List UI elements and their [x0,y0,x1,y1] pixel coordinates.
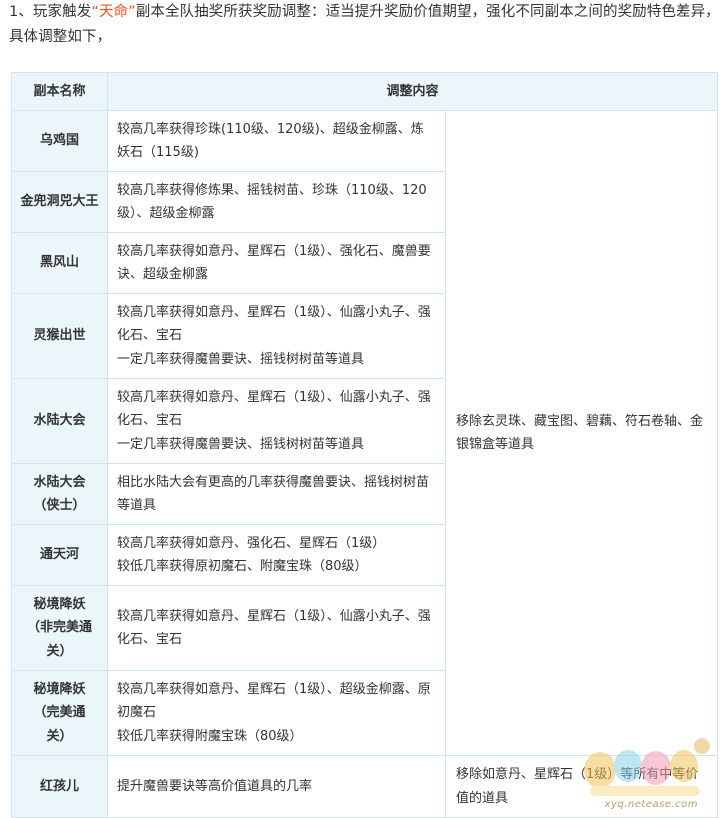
dungeon-name: 通天河 [39,547,79,563]
adjustment-text: 相比水陆大会有更高的几率获得魔兽要诀、摇钱树树苗等道具 [117,474,430,514]
adjustment-content-cell: 较高几率获得如意丹、星辉石（1级）、仙露小丸子、强化石、宝石 一定几率获得魔兽要… [107,293,446,379]
dungeon-name-cell: 通天河 [11,524,108,586]
dungeon-name: 灵猴出世 [33,328,86,344]
merged-removal-cell: 移除玄灵珠、藏宝图、碧藕、符石卷轴、金银锦盒等道具 [444,110,719,756]
header-adjustment: 调整内容 [106,72,719,111]
adjustment-text: 较高几率获得如意丹、星辉石（1级）、仙露小丸子、强化石、宝石 [117,304,431,344]
adjustment-content-cell: 较高几率获得如意丹、星辉石（1级）、强化石、魔兽要诀、超级金柳露 [107,232,446,294]
header-dungeon-name: 副本名称 [11,72,108,111]
intro-highlight: 天命 [98,4,129,20]
adjustment-text: 较高几率获得如意丹、星辉石（1级）、仙露小丸子、强化石、宝石 [117,389,431,429]
dungeon-name: 秘境降妖 [33,596,86,612]
dungeon-name-suffix: （非完美通 [26,620,92,636]
adjustment-text: 一定几率获得魔兽要诀、摇钱树树苗等道具 [117,351,365,367]
last-removal-cell: 移除如意丹、星辉石（1级）等所有中等价值的道具 [444,755,719,818]
adjustment-text: 较高几率获得如意丹、强化石、星辉石（1级） [117,535,386,551]
adjustment-content-cell: 较高几率获得如意丹、星辉石（1级）、超级金柳露、原初魔石 较低几率获得附魔宝珠（… [107,670,446,756]
table-row: 乌鸡国 较高几率获得珍珠(110级、120级)、超级金柳露、炼妖石（115级) … [11,110,719,756]
removal-text: 移除如意丹、星辉石（1级）等所有中等价值的道具 [456,767,699,806]
dungeon-name: 红孩儿 [39,778,79,794]
dungeon-name: 水陆大会 [33,413,86,429]
reward-adjustment-table: 副本名称 调整内容 乌鸡国 较高几率获得珍珠(110级、120级)、超级金柳露、… [11,72,719,818]
removal-text: 移除玄灵珠、藏宝图、碧藕、符石卷轴、金银锦盒等道具 [456,413,704,453]
intro-quote-open: “ [91,4,99,20]
table-header-row: 副本名称 调整内容 [11,72,719,111]
adjustment-text: 较高几率获得如意丹、星辉石（1级）、仙露小丸子、强化石、宝石 [117,608,431,648]
adjustment-content-cell: 提升魔兽要诀等高价值道具的几率 [107,755,446,818]
dungeon-name: 黑风山 [39,255,79,271]
dungeon-name: 秘境降妖 [33,681,86,697]
adjustment-content-cell: 较高几率获得如意丹、强化石、星辉石（1级） 较低几率获得原初魔石、附魔宝珠（80… [107,524,446,586]
dungeon-name-cell: 黑风山 [11,232,108,294]
dungeon-name-cell: 乌鸡国 [11,110,108,172]
dungeon-name-cell: 红孩儿 [11,755,108,818]
adjustment-text: 较高几率获得如意丹、星辉石（1级）、超级金柳露、原初魔石 [117,681,431,721]
dungeon-name-suffix: 关） [46,643,73,659]
adjustment-text: 较低几率获得附魔宝珠（80级） [117,728,303,744]
adjustment-text: 较高几率获得如意丹、星辉石（1级）、强化石、魔兽要诀、超级金柳露 [117,243,431,283]
dungeon-name-cell: 水陆大会 （侠士） [11,463,108,525]
adjustment-text: 较高几率获得珍珠(110级、120级)、超级金柳露、炼妖石（115级) [117,121,424,161]
dungeon-name: 水陆大会 [33,474,86,490]
adjustment-content-cell: 相比水陆大会有更高的几率获得魔兽要诀、摇钱树树苗等道具 [107,463,446,525]
dungeon-name-suffix: （完美通 [33,705,86,721]
adjustment-content-cell: 较高几率获得如意丹、星辉石（1级）、仙露小丸子、强化石、宝石 一定几率获得魔兽要… [107,378,446,464]
dungeon-name-cell: 秘境降妖 （非完美通 关） [11,585,108,671]
intro-quote-close: ” [128,4,136,20]
intro-paragraph: 1、玩家触发“天命”副本全队抽奖所获奖励调整：适当提升奖励价值期望，强化不同副本… [9,0,724,50]
adjustment-text: 较高几率获得修炼果、摇钱树苗、珍珠（110级、120级）、超级金柳露 [117,182,427,222]
adjustment-text: 较低几率获得原初魔石、附魔宝珠（80级） [117,559,368,574]
dungeon-name-cell: 灵猴出世 [11,293,108,379]
dungeon-name-cell: 秘境降妖 （完美通 关） [11,670,108,756]
adjustment-text: 提升魔兽要诀等高价值道具的几率 [117,778,313,794]
table-row: 红孩儿 提升魔兽要诀等高价值道具的几率 移除如意丹、星辉石（1级）等所有中等价值… [11,755,719,818]
dungeon-name-suffix: 关） [46,728,73,744]
dungeon-name-suffix: （侠士） [33,498,86,513]
dungeon-name: 金兜洞兕大王 [20,194,99,210]
adjustment-content-cell: 较高几率获得如意丹、星辉石（1级）、仙露小丸子、强化石、宝石 [107,585,446,671]
dungeon-name-cell: 金兜洞兕大王 [11,171,108,233]
adjustment-content-cell: 较高几率获得修炼果、摇钱树苗、珍珠（110级、120级）、超级金柳露 [107,171,446,233]
intro-prefix: 1、玩家触发 [9,4,92,20]
adjustment-text: 一定几率获得魔兽要诀、摇钱树树苗等道具 [117,436,365,452]
dungeon-name: 乌鸡国 [39,133,79,149]
dungeon-name-cell: 水陆大会 [11,378,108,464]
adjustment-content-cell: 较高几率获得珍珠(110级、120级)、超级金柳露、炼妖石（115级) [107,110,446,172]
